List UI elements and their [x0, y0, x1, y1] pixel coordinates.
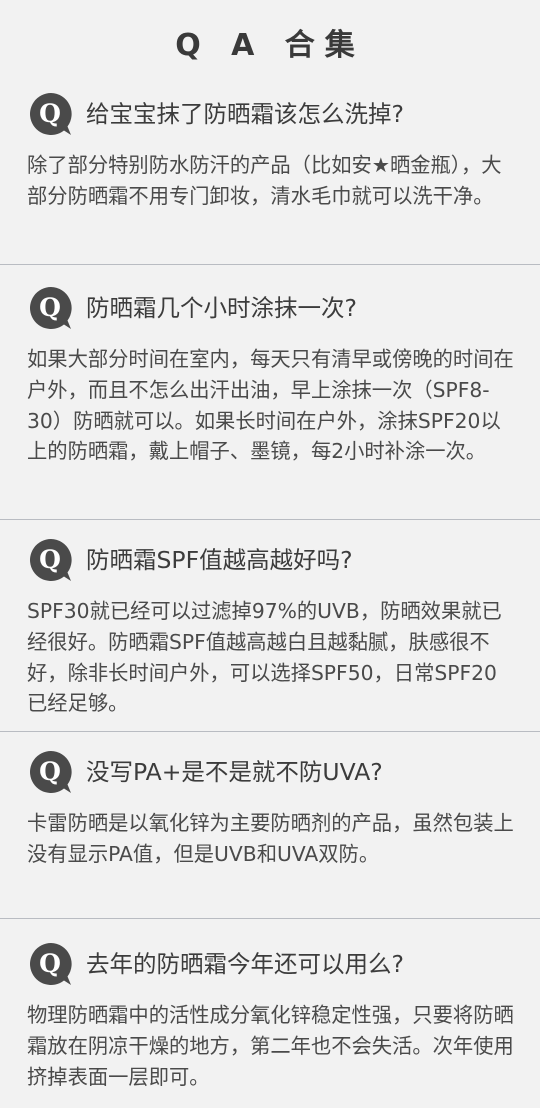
- svg-text:Q: Q: [39, 949, 61, 978]
- svg-text:Q: Q: [39, 545, 61, 574]
- answer-text: 物理防晒霜中的活性成分氧化锌稳定性强，只要将防晒霜放在阴凉干燥的地方，第二年也不…: [27, 1003, 514, 1089]
- divider: [0, 918, 540, 919]
- answer-text: 卡雷防晒是以氧化锌为主要防晒剂的产品，虽然包装上没有显示PA值，但是UVB和UV…: [27, 811, 514, 866]
- question-text: 防晒霜SPF值越高越好吗?: [86, 546, 353, 574]
- divider: [0, 264, 540, 265]
- q-bubble-icon: Q: [30, 287, 72, 329]
- answer-text: 除了部分特别防水防汗的产品（比如安★晒金瓶），大部分防晒霜不用专门卸妆，清水毛巾…: [27, 153, 502, 208]
- answer-text: 如果大部分时间在室内，每天只有清早或傍晚的时间在户外，而且不怎么出汗出油，早上涂…: [27, 347, 514, 464]
- q-bubble-icon: Q: [30, 539, 72, 581]
- divider: [0, 731, 540, 732]
- question-text: 没写PA+是不是就不防UVA?: [86, 758, 383, 786]
- svg-text:Q: Q: [39, 757, 61, 786]
- qa-page: Q A 合集 Q 给宝宝抹了防晒霜该怎么洗掉? 除了部分特别防水防汗的产品（比如…: [0, 0, 540, 1108]
- q-bubble-icon: Q: [30, 751, 72, 793]
- qa-question-row: Q 没写PA+是不是就不防UVA?: [28, 748, 383, 796]
- question-text: 防晒霜几个小时涂抹一次?: [86, 294, 357, 322]
- q-bubble-icon: Q: [30, 943, 72, 985]
- qa-question-row: Q 去年的防晒霜今年还可以用么?: [28, 940, 404, 988]
- qa-question-row: Q 给宝宝抹了防晒霜该怎么洗掉?: [28, 90, 404, 138]
- page-title: Q A 合集: [175, 28, 365, 63]
- svg-text:Q: Q: [39, 99, 61, 128]
- answer-text: SPF30就已经可以过滤掉97%的UVB，防晒效果就已经很好。防晒霜SPF值越高…: [27, 599, 502, 716]
- question-text: 去年的防晒霜今年还可以用么?: [86, 950, 404, 978]
- svg-text:Q: Q: [39, 293, 61, 322]
- qa-question-row: Q 防晒霜SPF值越高越好吗?: [28, 536, 353, 584]
- qa-question-row: Q 防晒霜几个小时涂抹一次?: [28, 284, 357, 332]
- question-text: 给宝宝抹了防晒霜该怎么洗掉?: [86, 100, 404, 128]
- divider: [0, 519, 540, 520]
- q-bubble-icon: Q: [30, 93, 72, 135]
